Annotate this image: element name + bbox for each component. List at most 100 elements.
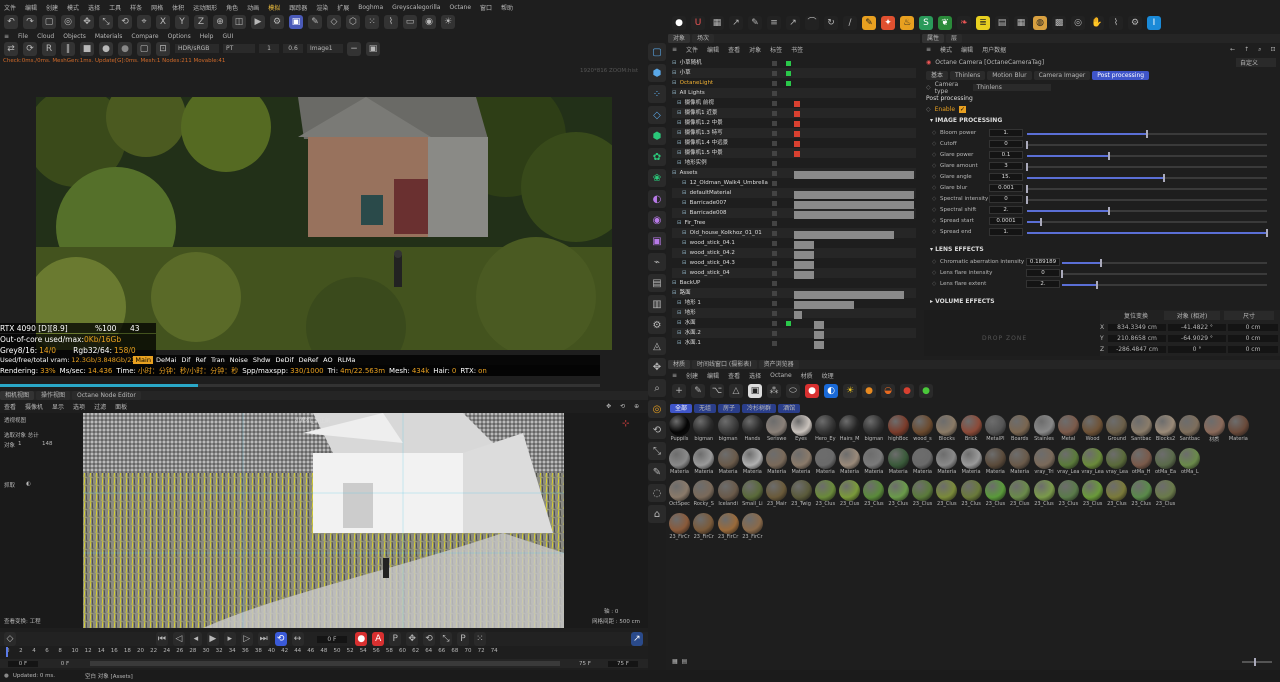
- pass-item[interactable]: RLMa: [338, 356, 356, 364]
- current-frame-field[interactable]: 0 F: [316, 635, 348, 643]
- flame-icon[interactable]: ♨: [900, 16, 914, 30]
- param-slider[interactable]: [1027, 174, 1267, 182]
- vp-menu-item[interactable]: 显示: [52, 402, 64, 411]
- subdivision-icon[interactable]: ◇: [327, 15, 341, 29]
- grid-icon[interactable]: ▦: [710, 16, 724, 30]
- num-field-1[interactable]: 1: [259, 44, 279, 53]
- object-row[interactable]: ⊟ wood_stick_04: [672, 268, 916, 278]
- material-swatch[interactable]: 23_FirCr: [717, 512, 740, 544]
- attr-menu-item[interactable]: 用户数据: [982, 45, 1006, 54]
- rotate-icon[interactable]: ⟲: [118, 15, 132, 29]
- camera-type-select[interactable]: Thinlens: [972, 84, 1051, 91]
- param-slider-knob[interactable]: [1040, 218, 1043, 226]
- menu-item[interactable]: 选择: [88, 3, 100, 12]
- object-row[interactable]: ⊟ 路面: [672, 288, 916, 298]
- range-end-field-2[interactable]: 75 F: [608, 660, 638, 667]
- material-swatch[interactable]: otMa_H: [1130, 447, 1153, 479]
- object-row[interactable]: ⊟ 摄像机1.5 中景: [672, 148, 916, 158]
- stop-icon[interactable]: ■: [80, 41, 94, 56]
- curve-icon[interactable]: ⌒: [805, 16, 819, 30]
- material-swatch[interactable]: Materia: [838, 447, 861, 479]
- param-slider-knob[interactable]: [1026, 163, 1028, 171]
- anim-dot-icon[interactable]: ◇: [932, 141, 936, 147]
- image-select[interactable]: Image1: [307, 44, 343, 53]
- sphere-icon[interactable]: ●: [99, 41, 113, 56]
- anim-dot-icon[interactable]: ◇: [932, 152, 936, 158]
- drop-zone[interactable]: DROP ZONE: [924, 310, 1100, 356]
- timeline-expand-icon[interactable]: ↗: [630, 632, 643, 646]
- tab-node-editor[interactable]: Octane Node Editor: [72, 391, 141, 400]
- preset-select[interactable]: 自定义: [1236, 58, 1276, 67]
- light-tool-icon[interactable]: ▥: [648, 295, 666, 313]
- material-swatch[interactable]: 材质: [1203, 415, 1226, 446]
- array-icon[interactable]: ⁙: [365, 15, 379, 29]
- material-swatch[interactable]: Materia: [814, 447, 837, 479]
- lv-menu-item[interactable]: Materials: [95, 33, 123, 40]
- param-slider-knob[interactable]: [1095, 281, 1098, 289]
- expand-icon[interactable]: ▸: [930, 298, 933, 305]
- workplane-icon[interactable]: ◐: [648, 190, 666, 208]
- menu-item[interactable]: 网格: [151, 3, 163, 12]
- menu-item[interactable]: 窗口: [480, 3, 492, 12]
- tab-asset-browser[interactable]: 资产浏览器: [758, 360, 799, 369]
- material-swatch[interactable]: 23_Clus: [862, 480, 885, 511]
- menu-item[interactable]: 样条: [130, 3, 142, 12]
- om-menu-item[interactable]: 对象: [749, 45, 761, 54]
- light-icon[interactable]: ☀: [441, 15, 455, 29]
- lv-menu-item[interactable]: Objects: [63, 33, 86, 40]
- material-swatch[interactable]: 23_Clus: [935, 480, 958, 511]
- enable-checkbox[interactable]: ✓: [959, 106, 967, 113]
- anim-dot-icon[interactable]: ◇: [932, 281, 936, 287]
- material-swatch[interactable]: Metal: [1057, 415, 1080, 446]
- sphere-grey-icon[interactable]: ●: [118, 41, 132, 56]
- sculpt-tool-icon[interactable]: ⌁: [648, 253, 666, 271]
- material-swatch[interactable]: 23_Clus: [887, 480, 910, 511]
- pass-main[interactable]: Main: [133, 356, 153, 364]
- pos-y-field[interactable]: 210.8658 cm: [1108, 335, 1166, 342]
- menu-item[interactable]: 帮助: [501, 3, 513, 12]
- anim-dot-icon[interactable]: ◇: [932, 270, 936, 276]
- material-swatch[interactable]: Hero_Ey: [814, 415, 837, 446]
- material-swatch[interactable]: 23_Clus: [1008, 480, 1031, 511]
- hamburger-icon[interactable]: ≡: [4, 33, 9, 40]
- r-icon[interactable]: R: [42, 41, 56, 56]
- prev-frame-icon[interactable]: ◂: [189, 632, 202, 646]
- camera-icon[interactable]: ◉: [422, 15, 436, 29]
- filter-none[interactable]: 无组: [694, 403, 717, 413]
- subtab-basic[interactable]: 基本: [926, 70, 949, 80]
- subtab-post-processing[interactable]: Post processing: [1092, 70, 1150, 80]
- material-swatch[interactable]: 23_Clus: [1154, 480, 1177, 511]
- render-image[interactable]: [36, 97, 612, 350]
- material-swatch[interactable]: Stainles: [1033, 415, 1056, 446]
- menu-item[interactable]: 创建: [46, 3, 58, 12]
- save-icon[interactable]: ▣: [366, 41, 380, 56]
- z-axis-icon[interactable]: Z: [194, 15, 208, 29]
- anim-dot-icon[interactable]: ◇: [932, 174, 936, 180]
- list-icon[interactable]: ≣: [976, 16, 990, 30]
- lv-menu-item[interactable]: Options: [168, 33, 191, 40]
- object-row[interactable]: ⊟ All Lights: [672, 88, 916, 98]
- autokey-icon[interactable]: A: [372, 632, 385, 646]
- shape-icon[interactable]: △: [729, 384, 743, 398]
- material-swatch[interactable]: 23_Mair: [765, 480, 788, 511]
- object-row[interactable]: ⊟ 摄像机1 近景: [672, 108, 916, 118]
- material-swatch[interactable]: Materia: [935, 447, 958, 479]
- num-field-2[interactable]: 0.6: [283, 44, 303, 53]
- rot-p-field[interactable]: -64.9029 °: [1168, 335, 1226, 342]
- knife-icon[interactable]: ∕: [843, 16, 857, 30]
- key-pos-icon[interactable]: ✥: [406, 632, 419, 646]
- mm-menu-item[interactable]: 材质: [801, 371, 813, 380]
- pass-item[interactable]: DeRef: [299, 356, 319, 364]
- render-icon[interactable]: ▶: [251, 15, 265, 29]
- om-menu-item[interactable]: 查看: [728, 45, 740, 54]
- filter-fir[interactable]: 冷杉树群: [742, 403, 777, 413]
- uv-icon[interactable]: ✿: [648, 148, 666, 166]
- material-swatch[interactable]: Santbac: [1130, 415, 1153, 446]
- material-swatch[interactable]: Santbac: [1178, 415, 1201, 446]
- menu-item[interactable]: 文件: [4, 3, 16, 12]
- hamburger-icon[interactable]: ≡: [926, 46, 931, 53]
- range-start-field[interactable]: 0 F: [8, 660, 38, 667]
- param-value-field[interactable]: 0.001: [989, 184, 1023, 192]
- scale-icon[interactable]: ⤡: [99, 15, 113, 29]
- eyedropper-icon[interactable]: ✎: [691, 384, 705, 398]
